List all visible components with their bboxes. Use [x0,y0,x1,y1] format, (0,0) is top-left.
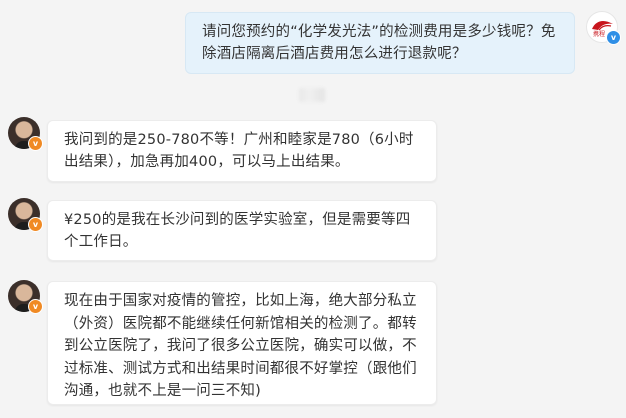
user-avatar[interactable]: 携程 v [586,11,621,45]
verified-badge-icon: v [606,30,621,45]
verified-badge-icon: v [28,217,43,232]
message-text: 现在由于国家对疫情的管控，比如上海，绝大部分私立（外资）医院都不能继续任何新馆相… [64,293,417,399]
message-text: 请问您预约的“化学发光法”的检测费用是多少钱呢？免除酒店隔离后酒店费用怎么进行退… [202,24,556,62]
chat-thread: 携程 v 请问您预约的“化学发光法”的检测费用是多少钱呢？免除酒店隔离后酒店费用… [0,0,626,418]
blurred-separator [299,88,325,102]
message-text: ¥250的是我在长沙问到的医学实验室，但是需要等四个工作日。 [64,212,411,250]
message-text: 我问到的是250-780不等！广州和睦家是780（6小时出结果），加急再加400… [64,132,414,170]
verified-badge-icon: v [28,136,43,151]
brand-logo-text: 携程 [593,31,606,38]
message-bubble-incoming[interactable]: ¥250的是我在长沙问到的医学实验室，但是需要等四个工作日。 [47,200,437,261]
responder-avatar[interactable]: v [8,117,43,151]
message-bubble-incoming[interactable]: 我问到的是250-780不等！广州和睦家是780（6小时出结果），加急再加400… [47,120,437,182]
message-bubble-incoming[interactable]: 现在由于国家对疫情的管控，比如上海，绝大部分私立（外资）医院都不能继续任何新馆相… [47,281,437,405]
verified-badge-icon: v [28,299,43,314]
message-bubble-outgoing[interactable]: 请问您预约的“化学发光法”的检测费用是多少钱呢？免除酒店隔离后酒店费用怎么进行退… [185,12,575,74]
responder-avatar[interactable]: v [8,280,43,314]
responder-avatar[interactable]: v [8,198,43,232]
